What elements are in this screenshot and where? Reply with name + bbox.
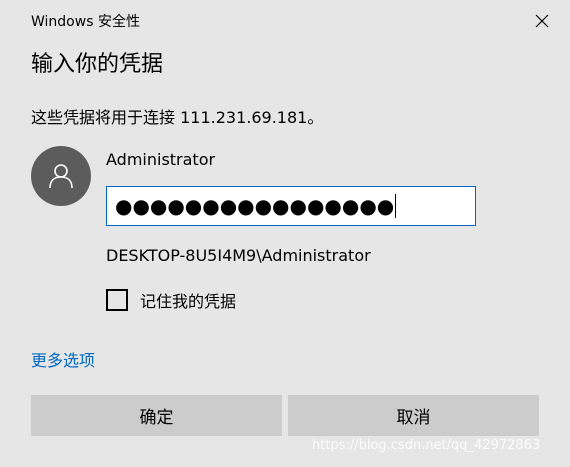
dialog-description: 这些凭据将用于连接 111.231.69.181。 xyxy=(31,108,324,127)
username-label: Administrator xyxy=(106,150,216,169)
remember-checkbox[interactable] xyxy=(106,289,128,311)
ok-button[interactable]: 确定 xyxy=(31,395,282,436)
password-value: ●●●●●●●●●●●●●●●● xyxy=(115,194,395,218)
text-caret xyxy=(395,194,397,218)
password-input[interactable]: ●●●●●●●●●●●●●●●● xyxy=(106,186,476,226)
cancel-button[interactable]: 取消 xyxy=(288,395,539,436)
avatar xyxy=(31,146,91,206)
remember-credentials[interactable]: 记住我的凭据 xyxy=(106,288,236,312)
domain-user-label: DESKTOP-8U5I4M9\Administrator xyxy=(106,246,371,265)
dialog-heading: 输入你的凭据 xyxy=(31,52,164,77)
close-icon xyxy=(535,14,549,28)
close-button[interactable] xyxy=(522,4,562,38)
remember-label: 记住我的凭据 xyxy=(140,292,237,311)
more-options-link[interactable]: 更多选项 xyxy=(31,347,95,371)
user-icon xyxy=(49,164,73,189)
window-title: Windows 安全性 xyxy=(31,14,140,30)
credential-dialog: Windows 安全性 输入你的凭据 这些凭据将用于连接 111.231.69.… xyxy=(0,0,570,467)
watermark: https://blog.csdn.net/qq_42972863 xyxy=(312,438,541,453)
